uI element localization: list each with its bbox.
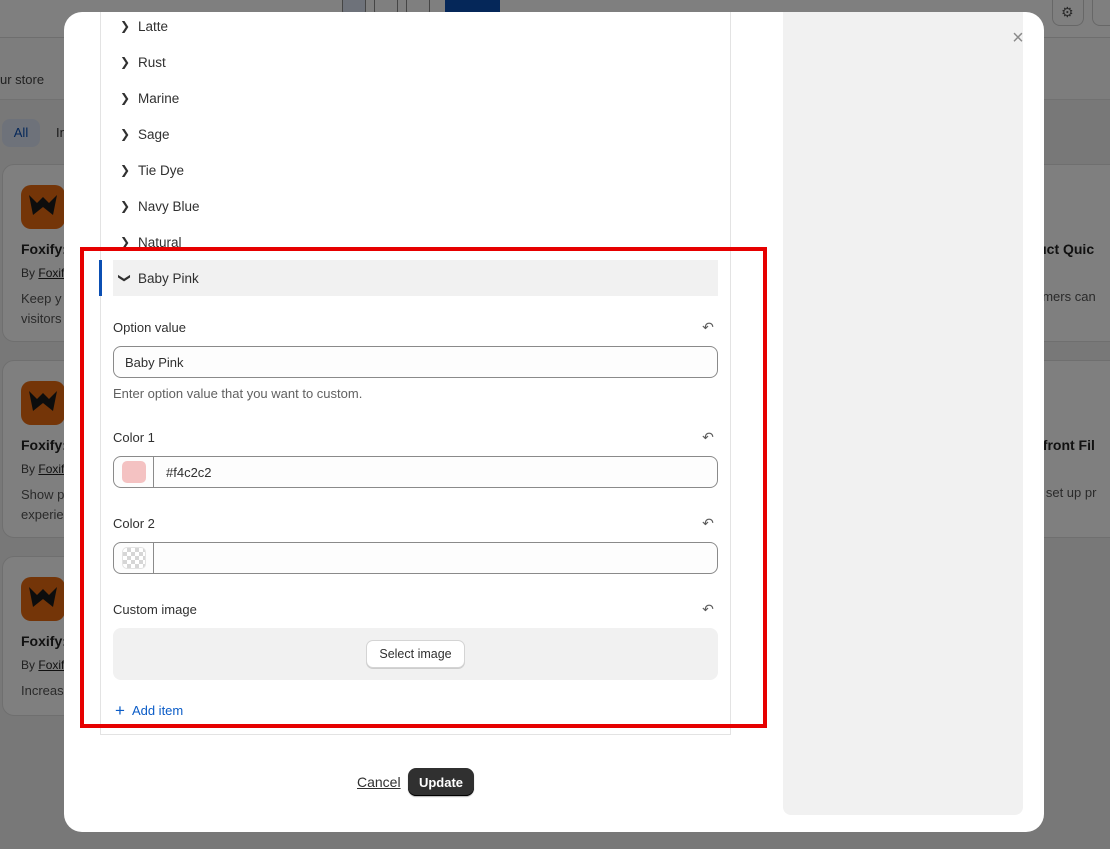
custom-image-label: Custom image: [113, 602, 197, 617]
chevron-right-icon: ❯: [119, 163, 131, 177]
chevron-down-icon: ❯: [118, 272, 132, 284]
option-label: Tie Dye: [138, 162, 185, 178]
option-item[interactable]: ❯ Sage: [113, 116, 718, 152]
option-value-help: Enter option value that you want to cust…: [113, 386, 363, 401]
option-item[interactable]: ❯ Rust: [113, 44, 718, 80]
transparent-swatch: [121, 547, 146, 569]
reset-icon[interactable]: ↶: [699, 600, 717, 618]
option-item[interactable]: ❯ Navy Blue: [113, 188, 718, 224]
chevron-right-icon: ❯: [119, 199, 131, 213]
color1-input[interactable]: [154, 457, 717, 487]
preview-panel: [783, 12, 1023, 815]
option-value-label: Option value: [113, 320, 186, 335]
chevron-right-icon: ❯: [119, 55, 131, 69]
reset-icon[interactable]: ↶: [699, 514, 717, 532]
color2-field: [113, 542, 718, 574]
option-label: Rust: [138, 54, 166, 70]
option-item[interactable]: ❯ Latte: [113, 12, 718, 44]
plus-icon: +: [115, 700, 125, 720]
option-value-input[interactable]: [113, 346, 718, 378]
color1-swatch-button[interactable]: [114, 457, 154, 487]
color2-swatch-button[interactable]: [114, 543, 154, 573]
add-item-label: Add item: [131, 703, 184, 718]
options-editor: ❯ Latte ❯ Rust ❯ Marine ❯ Sage ❯ Tie Dye…: [99, 12, 731, 735]
option-label: Latte: [138, 18, 169, 34]
option-item[interactable]: ❯ Tie Dye: [113, 152, 718, 188]
chevron-right-icon: ❯: [119, 91, 131, 105]
chevron-right-icon: ❯: [119, 19, 131, 33]
image-drop-zone[interactable]: Select image: [113, 628, 718, 680]
reset-icon[interactable]: ↶: [699, 318, 717, 336]
color1-swatch: [121, 461, 146, 483]
option-item-active[interactable]: ❯ Baby Pink: [113, 260, 718, 296]
update-button[interactable]: Update: [408, 768, 474, 796]
option-label: Baby Pink: [138, 270, 199, 286]
select-image-button[interactable]: Select image: [366, 640, 465, 668]
option-item[interactable]: ❯ Marine: [113, 80, 718, 116]
add-item-button[interactable]: + Add item: [115, 700, 184, 720]
reset-icon[interactable]: ↶: [699, 428, 717, 446]
close-icon[interactable]: ×: [1006, 26, 1030, 50]
chevron-right-icon: ❯: [119, 127, 131, 141]
option-label: Natural: [138, 234, 182, 250]
active-indicator: [99, 260, 102, 296]
option-label: Sage: [138, 126, 170, 142]
color1-label: Color 1: [113, 430, 155, 445]
cancel-button[interactable]: Cancel: [357, 774, 401, 790]
color2-input[interactable]: [154, 543, 717, 573]
chevron-right-icon: ❯: [119, 235, 131, 249]
swatch-settings-modal: × ❯ Latte ❯ Rust ❯ Marine ❯ Sage ❯ Tie D…: [64, 12, 1044, 832]
color1-field: [113, 456, 718, 488]
option-item[interactable]: ❯ Natural: [113, 224, 718, 260]
color2-label: Color 2: [113, 516, 155, 531]
option-label: Marine: [138, 90, 180, 106]
option-label: Navy Blue: [138, 198, 200, 214]
